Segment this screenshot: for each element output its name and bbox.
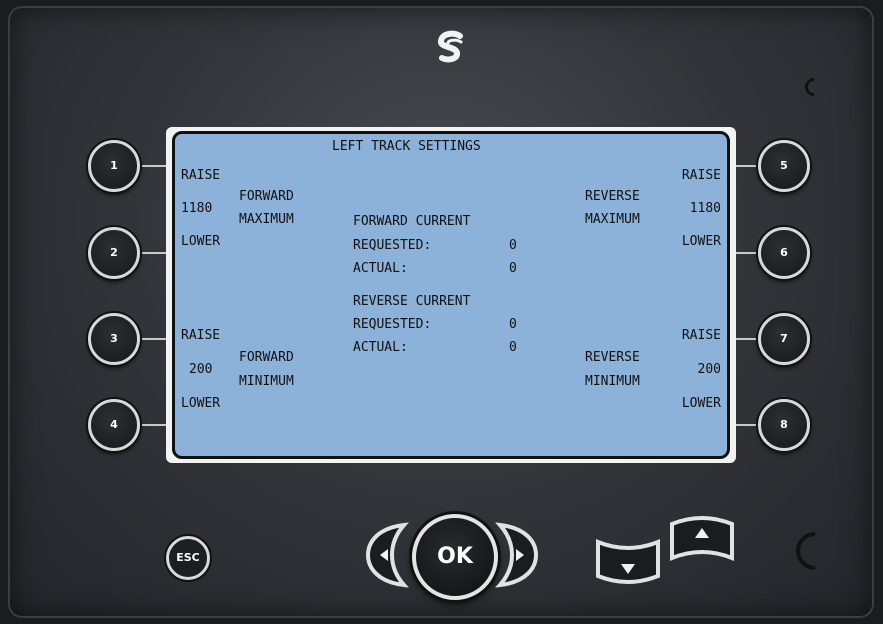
softkey-6-button[interactable]: 6 — [758, 227, 810, 279]
forward-max-raise: RAISE — [181, 168, 221, 183]
s-logo-icon — [438, 30, 463, 63]
reverse-max-label2: MAXIMUM — [585, 212, 640, 227]
reverse-max-lower: LOWER — [681, 234, 721, 249]
reverse-min-raise: RAISE — [681, 328, 721, 343]
forward-max-value: 1180 — [181, 201, 213, 216]
forward-min-value: 200 — [189, 362, 213, 377]
reverse-max-value: 1180 — [689, 201, 721, 216]
reverse-min-label2: MINIMUM — [585, 374, 640, 389]
softkey-1-button[interactable]: 1 — [88, 140, 140, 192]
lcd-screen: LEFT TRACK SETTINGS RAISE FORWARD 1180 M… — [172, 131, 730, 459]
forward-max-lower: LOWER — [181, 234, 221, 249]
down-arrow-button[interactable] — [594, 530, 662, 586]
forward-min-raise: RAISE — [181, 328, 221, 343]
softkey-4-button[interactable]: 4 — [88, 399, 140, 451]
softkey-5-button[interactable]: 5 — [758, 140, 810, 192]
forward-requested-label: REQUESTED: — [353, 238, 432, 253]
softkey-3-button[interactable]: 3 — [88, 313, 140, 365]
forward-max-label2: MAXIMUM — [239, 212, 294, 227]
forward-min-label2: MINIMUM — [239, 374, 294, 389]
right-arrow-button[interactable] — [494, 522, 546, 588]
forward-actual-value: 0 — [509, 261, 517, 276]
forward-current-heading: FORWARD CURRENT — [353, 214, 471, 229]
up-arrow-button[interactable] — [668, 514, 736, 570]
reverse-max-raise: RAISE — [681, 168, 721, 183]
reverse-actual-value: 0 — [509, 340, 517, 355]
softkey-7-button[interactable]: 7 — [758, 313, 810, 365]
reverse-actual-label: ACTUAL: — [353, 340, 408, 355]
reverse-current-heading: REVERSE CURRENT — [353, 294, 471, 309]
softkey-2-button[interactable]: 2 — [88, 227, 140, 279]
forward-max-label1: FORWARD — [239, 189, 294, 204]
ok-button[interactable]: OK — [412, 514, 498, 600]
forward-min-label1: FORWARD — [239, 350, 294, 365]
esc-button[interactable]: ESC — [166, 536, 210, 580]
screen-title: LEFT TRACK SETTINGS — [332, 139, 481, 154]
softkey-8-button[interactable]: 8 — [758, 399, 810, 451]
reverse-requested-label: REQUESTED: — [353, 317, 432, 332]
forward-min-lower: LOWER — [181, 396, 221, 411]
reverse-min-value: 200 — [697, 362, 721, 377]
reverse-max-label1: REVERSE — [585, 189, 640, 204]
reverse-min-label1: REVERSE — [585, 350, 640, 365]
reverse-min-lower: LOWER — [681, 396, 721, 411]
left-arrow-button[interactable] — [358, 522, 410, 588]
reverse-requested-value: 0 — [509, 317, 517, 332]
forward-requested-value: 0 — [509, 238, 517, 253]
forward-actual-label: ACTUAL: — [353, 261, 408, 276]
